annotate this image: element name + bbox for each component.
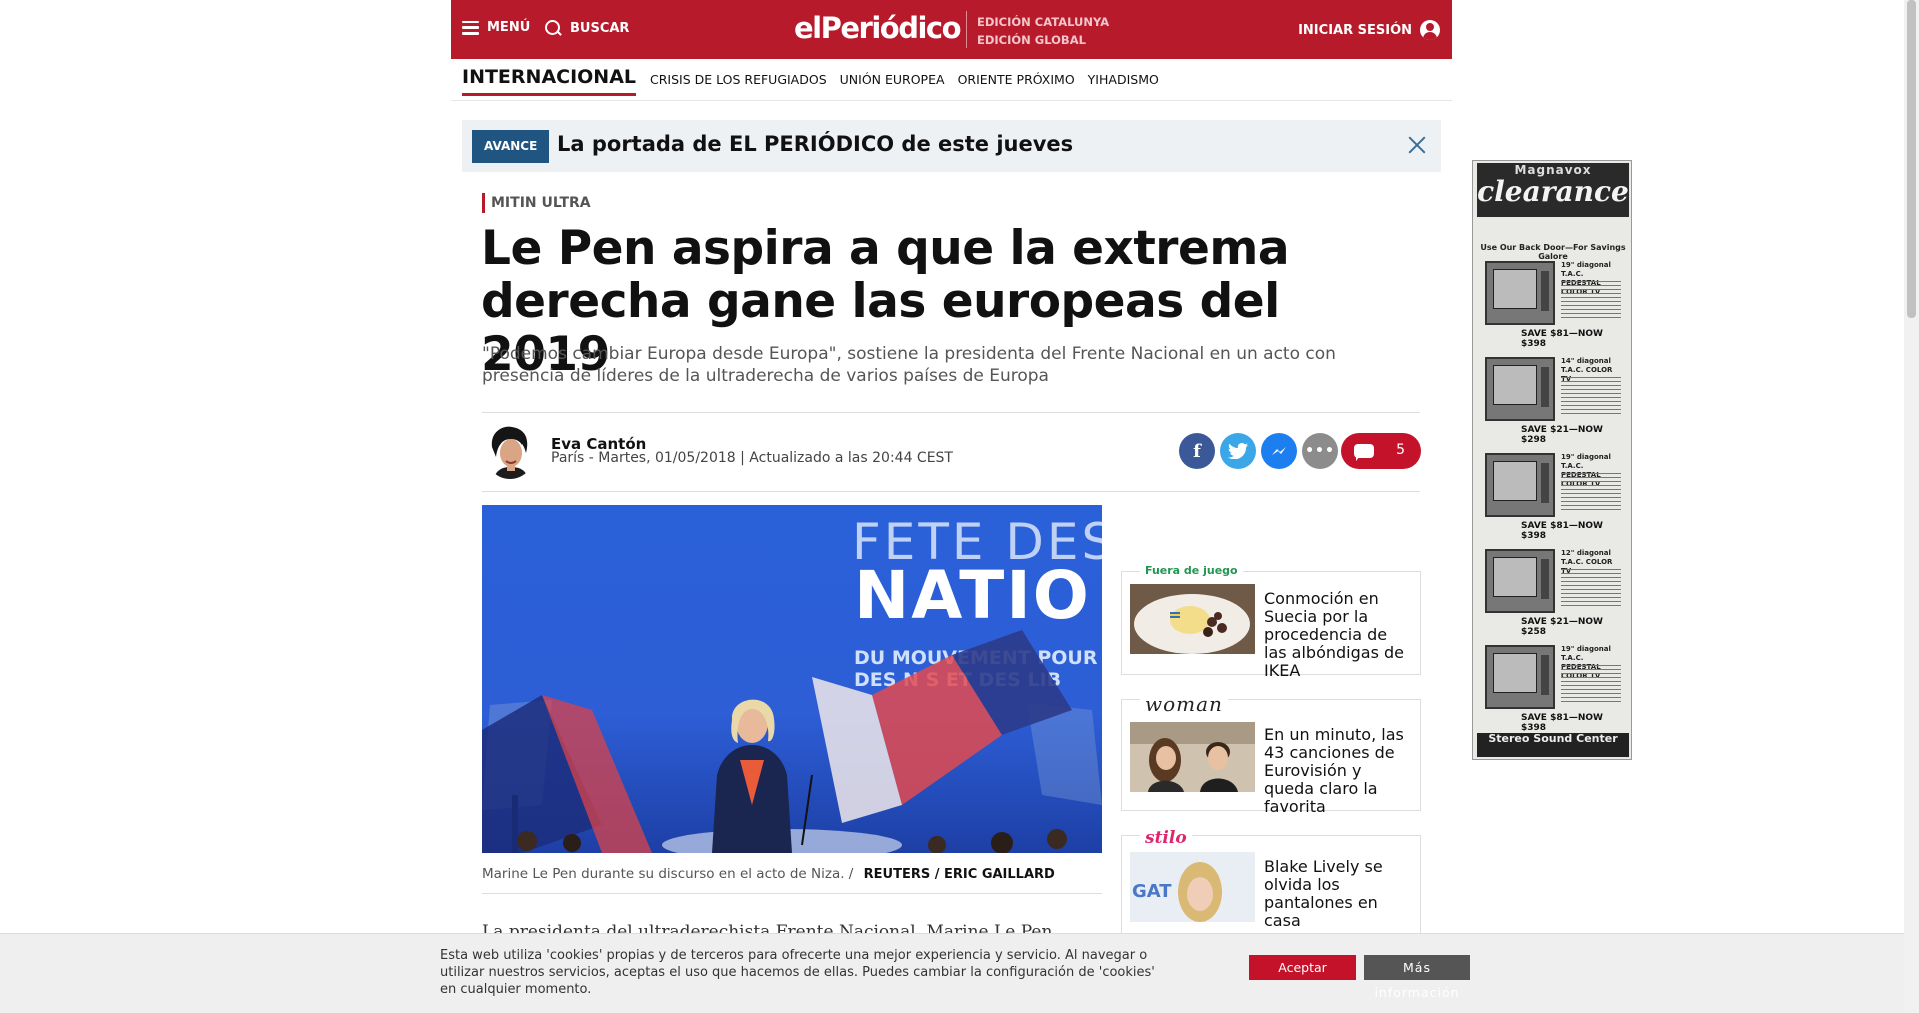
author-avatar[interactable] — [484, 423, 536, 479]
section-nav: INTERNACIONAL CRISIS DE LOS REFUGIADOS U… — [451, 59, 1452, 101]
photo-credit: REUTERS / ERIC GAILLARD — [863, 867, 1055, 882]
section-title[interactable]: INTERNACIONAL — [462, 66, 637, 96]
facebook-share-button[interactable]: f — [1179, 433, 1215, 469]
twitter-icon — [1228, 443, 1248, 459]
accept-cookies-button[interactable]: Aceptar — [1249, 955, 1356, 980]
cookie-message: Esta web utiliza 'cookies' propias y de … — [440, 948, 1155, 997]
divider — [482, 491, 1420, 492]
ad-item: 14" diagonal T.A.C. COLOR TV SAVE $21—NO… — [1481, 353, 1625, 445]
ad-item: 12" diagonal T.A.C. COLOR TV SAVE $21—NO… — [1481, 545, 1625, 637]
facebook-icon: f — [1193, 440, 1201, 462]
section-link-yihadismo[interactable]: YIHADISMO — [1088, 72, 1159, 87]
comment-icon — [1354, 444, 1374, 461]
comments-button[interactable]: 5 — [1341, 433, 1421, 469]
promo-thumbnail — [1130, 722, 1255, 792]
ad-footer: Stereo Sound Center — [1477, 733, 1629, 757]
twitter-share-button[interactable] — [1220, 433, 1256, 469]
site-header: MENÚ BUSCAR elPeriódico EDICIÓN CATALUNY… — [451, 0, 1452, 59]
section-links: CRISIS DE LOS REFUGIADOS UNIÓN EUROPEA O… — [650, 72, 1159, 87]
logo-divider — [966, 11, 967, 48]
ad-title: clearance — [1477, 175, 1629, 208]
login-label: INICIAR SESIÓN — [1298, 22, 1412, 38]
cookie-banner: Esta web utiliza 'cookies' propias y de … — [0, 933, 1904, 1013]
breaking-badge: AVANCE — [472, 130, 550, 163]
messenger-share-button[interactable] — [1261, 433, 1297, 469]
promo-brand: Fuera de juego — [1140, 564, 1243, 577]
promo-brand: stilo — [1140, 828, 1192, 848]
divider — [482, 412, 1420, 413]
article-kicker: MITIN ULTRA — [482, 193, 591, 213]
menu-button[interactable]: MENÚ — [462, 20, 530, 35]
site-logo[interactable]: elPeriódico — [794, 11, 962, 45]
ad-item-price: SAVE $21—NOW $298 — [1521, 425, 1603, 445]
promo-headline[interactable]: Conmoción en Suecia por la procedencia d… — [1264, 590, 1414, 680]
ad-item: 19" diagonal T.A.C. PEDESTAL COLOR TV SA… — [1481, 641, 1625, 733]
ad-item: 19" diagonal T.A.C. PEDESTAL COLOR TV SA… — [1481, 449, 1625, 541]
search-icon — [545, 20, 562, 37]
messenger-icon — [1272, 447, 1286, 455]
more-icon: ••• — [1305, 443, 1335, 459]
divider — [482, 893, 1102, 894]
scrollbar-thumb[interactable] — [1907, 0, 1916, 318]
section-link-refugiados[interactable]: CRISIS DE LOS REFUGIADOS — [650, 72, 827, 87]
promo-thumbnail: GAT — [1130, 852, 1255, 922]
search-button[interactable]: BUSCAR — [545, 20, 629, 37]
article-dateline: París - Martes, 01/05/2018 | Actualizado… — [551, 450, 953, 466]
comment-count: 5 — [1396, 442, 1405, 458]
promo-brand: woman — [1140, 692, 1228, 716]
promo-thumbnail — [1130, 584, 1255, 654]
edition-catalunya-link[interactable]: EDICIÓN CATALUNYA — [977, 13, 1109, 31]
promo-headline[interactable]: Blake Lively se olvida los pantalones en… — [1264, 858, 1414, 930]
ad-item-price: SAVE $21—NOW $258 — [1521, 617, 1603, 637]
edition-global-link[interactable]: EDICIÓN GLOBAL — [977, 31, 1109, 49]
more-info-button[interactable]: Más información — [1364, 955, 1470, 1000]
more-share-button[interactable]: ••• — [1302, 433, 1338, 469]
section-link-union-europea[interactable]: UNIÓN EUROPEA — [840, 72, 945, 87]
share-buttons: f ••• — [1179, 433, 1338, 469]
ad-banner: Magnavox clearance — [1477, 163, 1629, 217]
ad-item-price: SAVE $81—NOW $398 — [1521, 329, 1603, 349]
promo-card[interactable]: Fuera de juego Conmoción en Suecia por l… — [1121, 564, 1421, 680]
photo-scene — [482, 630, 1102, 853]
breaking-link[interactable]: La portada de EL PERIÓDICO de este jueve… — [557, 132, 1073, 156]
ad-item: 19" diagonal T.A.C. PEDESTAL COLOR TV SA… — [1481, 257, 1625, 349]
photo-caption: Marine Le Pen durante su discurso en el … — [482, 866, 1055, 882]
ad-item-price: SAVE $81—NOW $398 — [1521, 713, 1603, 733]
menu-label: MENÚ — [487, 20, 531, 35]
breaking-news-banner: AVANCE La portada de EL PERIÓDICO de est… — [462, 120, 1441, 172]
hamburger-icon — [462, 20, 479, 35]
promo-card[interactable]: woman En un minuto, las 43 canciones de … — [1121, 692, 1421, 816]
article-photo[interactable]: FETE DES NATIO DU MOUVEMENT POUR UN DES … — [482, 505, 1102, 853]
ad-item-price: SAVE $81—NOW $398 — [1521, 521, 1603, 541]
article-subtitle: "Podemos cambiar Europa desde Europa", s… — [482, 344, 1336, 386]
login-button[interactable]: INICIAR SESIÓN — [1298, 20, 1440, 40]
search-label: BUSCAR — [570, 21, 630, 36]
edition-switcher: EDICIÓN CATALUNYA EDICIÓN GLOBAL — [977, 13, 1109, 49]
close-icon[interactable] — [1407, 135, 1427, 155]
advertisement[interactable]: Magnavox clearance Use Our Back Door—For… — [1472, 160, 1632, 760]
section-link-oriente-proximo[interactable]: ORIENTE PRÓXIMO — [958, 72, 1075, 87]
promo-thumb-text: GAT — [1132, 881, 1172, 902]
user-icon — [1420, 20, 1440, 40]
promo-headline[interactable]: En un minuto, las 43 canciones de Eurovi… — [1264, 726, 1414, 816]
caption-text: Marine Le Pen durante su discurso en el … — [482, 866, 854, 882]
promo-card[interactable]: stilo GAT Blake Lively se olvida los pan… — [1121, 828, 1421, 945]
